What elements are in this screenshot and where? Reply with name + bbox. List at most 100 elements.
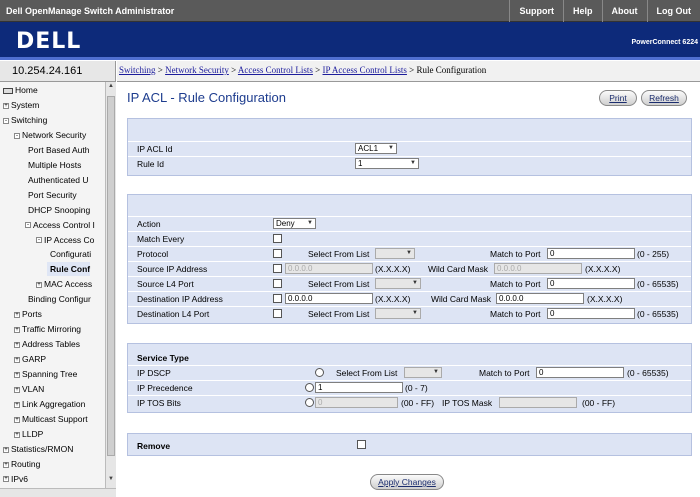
protocol-match-input[interactable]: 0	[547, 248, 635, 259]
ip-dscp-radio[interactable]	[315, 368, 324, 377]
sidebar-vertical-scrollbar[interactable]: ▲ ▼	[105, 82, 116, 488]
breadcrumb-ip-acl[interactable]: IP Access Control Lists	[323, 65, 407, 75]
sidebar-item[interactable]: + MAC Access	[36, 277, 92, 291]
breadcrumb-acl[interactable]: Access Control Lists	[238, 65, 313, 75]
remove-checkbox[interactable]	[357, 440, 366, 449]
sidebar-item[interactable]: Port Security	[25, 188, 77, 202]
app-title: Dell OpenManage Switch Administrator	[6, 6, 175, 16]
ip-precedence-label: IP Precedence	[137, 383, 193, 393]
destination-l4-match-input[interactable]: 0	[547, 308, 635, 319]
ip-tos-mask-input[interactable]	[499, 397, 577, 408]
expand-icon[interactable]: +	[14, 326, 20, 333]
collapse-icon[interactable]: -	[14, 132, 20, 139]
ip-tos-input[interactable]: 0	[315, 397, 398, 408]
sidebar-item[interactable]: + Address Tables	[14, 337, 80, 351]
sidebar-item[interactable]: + System	[3, 98, 39, 112]
chevron-down-icon: ▼	[412, 280, 418, 286]
home-icon	[3, 87, 13, 94]
expand-icon[interactable]: +	[14, 341, 20, 348]
logout-link[interactable]: Log Out	[646, 0, 700, 22]
refresh-button[interactable]: Refresh	[641, 90, 687, 106]
sidebar-item[interactable]: - Access Control I	[25, 218, 95, 232]
source-wildcard-input[interactable]: 0.0.0.0	[494, 263, 582, 274]
acl-id-select[interactable]: ACL1 ▼	[355, 143, 397, 154]
ip-tos-mask-range: (00 - FF)	[582, 398, 616, 408]
expand-icon[interactable]: +	[14, 416, 20, 423]
action-select[interactable]: Deny ▼	[273, 218, 316, 229]
sidebar-item[interactable]: + Routing	[3, 457, 40, 471]
sidebar-item[interactable]: + Spanning Tree	[14, 367, 77, 381]
destination-l4-row: Destination L4 Port Select From List ▼ M…	[128, 306, 691, 320]
sidebar-item[interactable]: + GARP	[14, 352, 46, 366]
expand-icon[interactable]: +	[14, 356, 20, 363]
help-link[interactable]: Help	[562, 0, 602, 22]
support-link[interactable]: Support	[509, 0, 563, 22]
destination-ip-checkbox[interactable]	[273, 294, 282, 303]
dscp-match-input[interactable]: 0	[536, 367, 624, 378]
sidebar-item[interactable]: + Multicast Support	[14, 412, 88, 426]
print-button[interactable]: Print	[599, 90, 637, 106]
rule-id-select[interactable]: 1 ▼	[355, 158, 419, 169]
breadcrumb-network-security[interactable]: Network Security	[165, 65, 229, 75]
sidebar-item[interactable]: Home	[3, 83, 38, 97]
sidebar-horizontal-scrollbar[interactable]	[0, 488, 116, 497]
expand-icon[interactable]: +	[3, 446, 9, 453]
ip-precedence-radio[interactable]	[305, 383, 314, 392]
sidebar-item[interactable]: + VLAN	[14, 382, 44, 396]
sidebar-item[interactable]: Authenticated U	[25, 173, 88, 187]
ip-tos-radio[interactable]	[305, 398, 314, 407]
protocol-row: Protocol Select From List ▼ Match to Por…	[128, 246, 691, 260]
ip-precedence-input[interactable]: 1	[315, 382, 403, 393]
dscp-select-from-list-label: Select From List	[336, 368, 398, 378]
destination-wildcard-input[interactable]: 0.0.0.0	[496, 293, 584, 304]
sidebar-item[interactable]: + IPv6	[3, 472, 28, 486]
scroll-thumb[interactable]	[107, 96, 115, 456]
source-l4-list-select[interactable]: ▼	[375, 278, 421, 289]
collapse-icon[interactable]: -	[3, 117, 9, 124]
expand-icon[interactable]: +	[3, 102, 9, 109]
expand-icon[interactable]: +	[3, 476, 9, 483]
sidebar-item[interactable]: + Traffic Mirroring	[14, 322, 81, 336]
breadcrumb-switching[interactable]: Switching	[119, 65, 156, 75]
source-l4-match-input[interactable]: 0	[547, 278, 635, 289]
sidebar-item[interactable]: Multiple Hosts	[25, 158, 81, 172]
sidebar-item[interactable]: + Ports	[14, 307, 42, 321]
sidebar-item[interactable]: - Switching	[3, 113, 47, 127]
expand-icon[interactable]: +	[14, 401, 20, 408]
expand-icon[interactable]: +	[3, 461, 9, 468]
collapse-icon[interactable]: -	[25, 222, 31, 229]
destination-l4-list-select[interactable]: ▼	[375, 308, 421, 319]
sidebar-item[interactable]: DHCP Snooping	[25, 203, 90, 217]
apply-changes-button[interactable]: Apply Changes	[370, 474, 444, 490]
dscp-list-select[interactable]: ▼	[404, 367, 442, 378]
dscp-range: (0 - 65535)	[627, 368, 669, 378]
match-every-checkbox[interactable]	[273, 234, 282, 243]
sidebar-item[interactable]: Configurati	[47, 247, 91, 261]
sidebar-item[interactable]: + LLDP	[14, 427, 43, 441]
expand-icon[interactable]: +	[36, 282, 42, 289]
sidebar-item[interactable]: + Link Aggregation	[14, 397, 85, 411]
source-ip-input[interactable]: 0.0.0.0	[285, 263, 373, 274]
destination-ip-input[interactable]: 0.0.0.0	[285, 293, 373, 304]
sidebar-item[interactable]: Binding Configur	[25, 292, 91, 306]
sidebar-item[interactable]: - Network Security	[14, 128, 86, 142]
sidebar-item[interactable]: + Statistics/RMON	[3, 442, 73, 456]
expand-icon[interactable]: +	[14, 371, 20, 378]
expand-icon[interactable]: +	[14, 386, 20, 393]
scroll-down-icon[interactable]: ▼	[107, 476, 115, 486]
sidebar-item[interactable]: Rule Conf	[47, 262, 91, 277]
expand-icon[interactable]: +	[14, 431, 20, 438]
scroll-up-icon[interactable]: ▲	[107, 83, 115, 93]
destination-l4-range: (0 - 65535)	[637, 309, 679, 319]
about-link[interactable]: About	[601, 0, 647, 22]
expand-icon[interactable]: +	[14, 312, 20, 318]
sidebar-item[interactable]: - IP Access Co	[36, 233, 94, 247]
collapse-icon[interactable]: -	[36, 237, 42, 244]
source-l4-checkbox[interactable]	[273, 279, 282, 288]
destination-l4-checkbox[interactable]	[273, 309, 282, 318]
sidebar-item[interactable]: Port Based Auth	[25, 143, 89, 157]
protocol-list-select[interactable]: ▼	[375, 248, 415, 259]
source-ip-checkbox[interactable]	[273, 264, 282, 273]
breadcrumb-separator: >	[312, 65, 323, 75]
protocol-checkbox[interactable]	[273, 249, 282, 258]
